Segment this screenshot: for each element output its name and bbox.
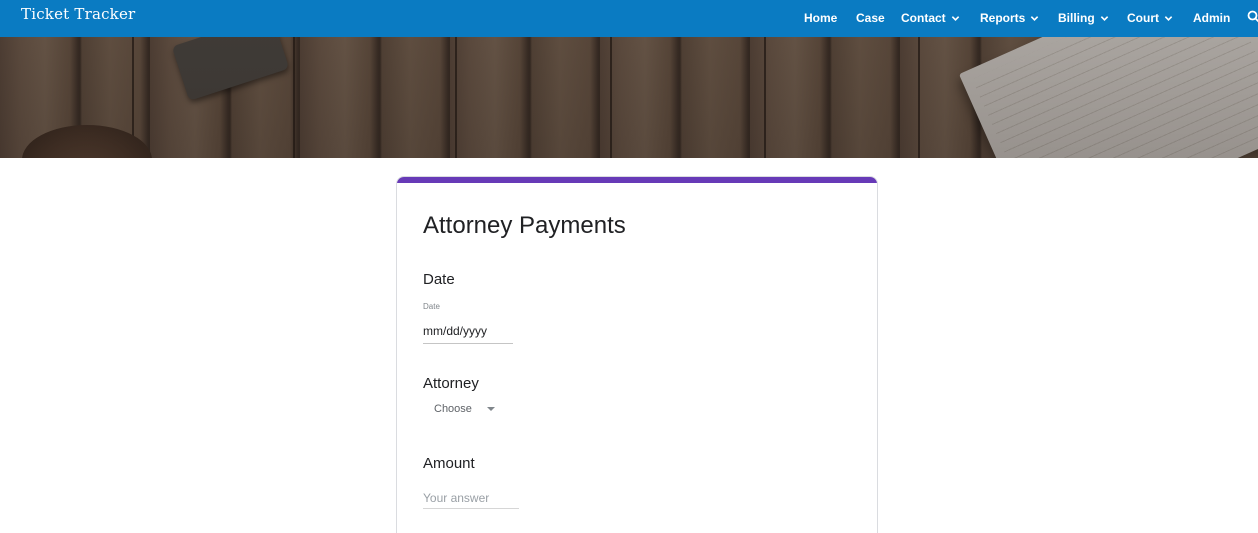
nav-reports-label: Reports: [980, 11, 1026, 25]
attorney-select[interactable]: Choose: [434, 403, 495, 415]
form-card: Attorney Payments Date Date mm/dd/yyyy A…: [396, 176, 878, 533]
chevron-down-icon: [1031, 15, 1039, 21]
banner-overlay: [0, 37, 1258, 158]
date-sublabel: Date: [423, 302, 440, 311]
chevron-down-icon: [951, 15, 959, 21]
question-amount-label: Amount: [423, 455, 475, 472]
form-title: Attorney Payments: [423, 212, 626, 239]
nav-home[interactable]: Home: [804, 10, 837, 26]
header-banner-image: [0, 37, 1258, 158]
nav-case[interactable]: Case: [856, 10, 885, 26]
question-attorney-label: Attorney: [423, 375, 479, 392]
top-navbar: Ticket Tracker Home Case Contact Reports…: [0, 0, 1258, 37]
main-nav: Home Case Contact Reports Billing Court …: [0, 0, 1258, 37]
date-input[interactable]: mm/dd/yyyy: [423, 324, 513, 344]
nav-case-label: Case: [856, 11, 885, 25]
nav-billing-label: Billing: [1058, 11, 1095, 25]
search-icon[interactable]: [1247, 10, 1258, 24]
nav-admin[interactable]: Admin: [1193, 10, 1230, 26]
nav-court-label: Court: [1127, 11, 1159, 25]
nav-contact-label: Contact: [901, 11, 946, 25]
nav-admin-label: Admin: [1193, 11, 1231, 25]
chevron-down-icon: [1100, 15, 1108, 21]
amount-input[interactable]: Your answer: [423, 491, 519, 509]
dropdown-arrow-icon: [486, 407, 495, 411]
nav-reports[interactable]: Reports: [980, 10, 1039, 26]
question-date-label: Date: [423, 271, 455, 288]
attorney-select-value: Choose: [434, 403, 472, 415]
chevron-down-icon: [1164, 15, 1173, 21]
nav-billing[interactable]: Billing: [1058, 10, 1109, 26]
nav-contact[interactable]: Contact: [901, 10, 960, 26]
form-accent-bar: [397, 177, 877, 183]
nav-court[interactable]: Court: [1127, 10, 1173, 26]
nav-home-label: Home: [804, 11, 838, 25]
